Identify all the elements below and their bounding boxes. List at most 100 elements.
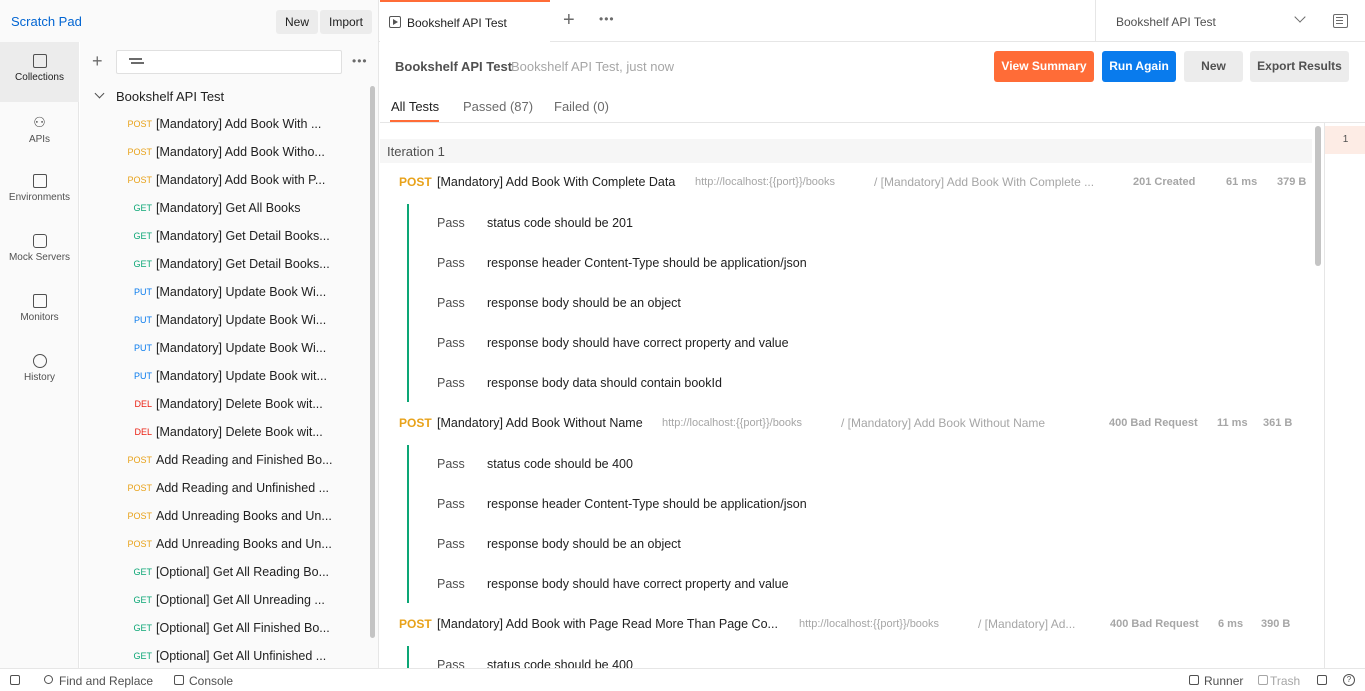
results-scrollbar[interactable] xyxy=(1315,126,1321,266)
request-method-badge: PUT xyxy=(134,287,152,297)
iteration-marker[interactable]: 1 xyxy=(1325,126,1365,154)
runner-icon xyxy=(1189,675,1199,685)
request-method-badge: PUT xyxy=(134,343,152,353)
request-name: [Mandatory] Get All Books xyxy=(156,201,301,215)
run-again-button[interactable]: Run Again xyxy=(1102,51,1176,82)
workspace-name[interactable]: Scratch Pad xyxy=(11,14,82,29)
request-method-badge: POST xyxy=(127,119,152,129)
toggle-sidebar-icon[interactable] xyxy=(10,675,20,685)
add-collection-icon[interactable]: + xyxy=(92,51,103,71)
request-name: [Optional] Get All Reading Bo... xyxy=(156,565,330,579)
request-result-row[interactable]: POST [Mandatory] Add Book Without Name h… xyxy=(380,413,1312,435)
request-method-badge: POST xyxy=(127,175,152,185)
sidebar-request-item[interactable]: POST [Mandatory] Add Book With ... xyxy=(80,110,370,138)
two-pane-icon[interactable] xyxy=(1317,675,1327,685)
tab-passed[interactable]: Passed (87) xyxy=(463,99,533,114)
request-name: [Mandatory] Add Book Without Name xyxy=(437,416,643,430)
test-name: response header Content-Type should be a… xyxy=(487,497,807,511)
sidebar-request-item[interactable]: GET [Optional] Get All Unfinished ... xyxy=(80,642,370,668)
tab-bookshelf-api-test[interactable]: Bookshelf API Test xyxy=(380,0,550,42)
request-name: [Mandatory] Get Detail Books... xyxy=(156,229,330,243)
sidebar-scrollbar[interactable] xyxy=(370,86,375,638)
workspace-header: Scratch Pad New Import xyxy=(0,0,379,42)
export-results-button[interactable]: Export Results xyxy=(1250,51,1349,82)
active-tab-indicator xyxy=(390,120,439,122)
sidebar-request-item[interactable]: GET [Mandatory] Get All Books xyxy=(80,194,370,222)
sidebar-request-item[interactable]: GET [Optional] Get All Unreading ... xyxy=(80,586,370,614)
sidebar-request-item[interactable]: POST Add Reading and Finished Bo... xyxy=(80,446,370,474)
sidebar-request-item[interactable]: DEL [Mandatory] Delete Book wit... xyxy=(80,390,370,418)
sidebar-request-item[interactable]: POST [Mandatory] Add Book Witho... xyxy=(80,138,370,166)
test-result: Pass xyxy=(437,296,465,310)
rail-label: APIs xyxy=(28,134,51,145)
runner-button[interactable]: Runner xyxy=(1204,674,1243,688)
collection-row[interactable]: Bookshelf API Test xyxy=(80,86,370,106)
new-run-button[interactable]: New xyxy=(1184,51,1243,82)
trash-icon xyxy=(1258,675,1268,685)
request-name: [Mandatory] Update Book Wi... xyxy=(156,341,327,355)
response-status: 201 Created xyxy=(1133,176,1196,188)
sidebar-request-item[interactable]: GET [Mandatory] Get Detail Books... xyxy=(80,222,370,250)
find-replace-button[interactable]: Find and Replace xyxy=(59,674,153,688)
console-button[interactable]: Console xyxy=(189,674,233,688)
new-button[interactable]: New xyxy=(276,10,319,34)
sidebar-request-item[interactable]: DEL [Mandatory] Delete Book wit... xyxy=(80,418,370,446)
test-name: response body data should contain bookId xyxy=(487,376,722,390)
trash-button[interactable]: Trash xyxy=(1270,674,1300,688)
rail-label: Monitors xyxy=(20,312,59,323)
request-name: [Mandatory] Add Book Witho... xyxy=(156,145,325,159)
test-result: Pass xyxy=(437,376,465,390)
request-method-badge: POST xyxy=(127,483,152,493)
rail-item-collections[interactable]: Collections xyxy=(0,42,79,102)
filter-input[interactable] xyxy=(116,50,342,74)
chevron-down-icon[interactable] xyxy=(94,88,105,99)
test-name: status code should be 201 xyxy=(487,216,633,230)
monitors-icon xyxy=(32,294,47,308)
environment-quicklook-icon[interactable] xyxy=(1333,14,1348,28)
response-time: 6 ms xyxy=(1218,618,1244,630)
view-summary-button[interactable]: View Summary xyxy=(994,51,1094,82)
import-button[interactable]: Import xyxy=(320,10,373,34)
rail-item-mock-servers[interactable]: Mock Servers xyxy=(0,222,79,282)
sidebar-request-item[interactable]: GET [Optional] Get All Reading Bo... xyxy=(80,558,370,586)
help-icon[interactable]: ? xyxy=(1343,674,1355,686)
request-method-badge: PUT xyxy=(134,315,152,325)
tab-failed[interactable]: Failed (0) xyxy=(554,99,609,114)
collection-name: Bookshelf API Test xyxy=(116,89,225,104)
sidebar-request-item[interactable]: POST Add Unreading Books and Un... xyxy=(80,502,370,530)
test-name: status code should be 400 xyxy=(487,457,633,471)
sidebar-request-item[interactable]: POST [Mandatory] Add Book with P... xyxy=(80,166,370,194)
rail-item-environments[interactable]: Environments xyxy=(0,162,79,222)
rail-item-apis[interactable]: ⚇ APIs xyxy=(0,102,79,162)
test-result: Pass xyxy=(437,216,465,230)
sidebar-request-item[interactable]: PUT [Mandatory] Update Book Wi... xyxy=(80,334,370,362)
rail-item-monitors[interactable]: Monitors xyxy=(0,282,79,342)
rail-item-history[interactable]: History xyxy=(0,342,79,402)
request-method-badge: GET xyxy=(133,567,152,577)
environment-selector[interactable]: Bookshelf API Test xyxy=(1095,0,1325,42)
console-icon xyxy=(174,675,184,685)
request-method-badge: POST xyxy=(127,455,152,465)
request-result-row[interactable]: POST [Mandatory] Add Book With Complete … xyxy=(380,172,1312,194)
tab-all-tests[interactable]: All Tests xyxy=(391,99,439,114)
sidebar-request-item[interactable]: PUT [Mandatory] Update Book wit... xyxy=(80,362,370,390)
sidebar-more-icon[interactable]: ••• xyxy=(352,54,368,68)
sidebar-request-item[interactable]: POST Add Unreading Books and Un... xyxy=(80,530,370,558)
plus-icon[interactable]: + xyxy=(563,10,575,30)
response-time: 11 ms xyxy=(1217,417,1248,429)
request-method: POST xyxy=(399,416,432,430)
sidebar-request-item[interactable]: POST Add Reading and Unfinished ... xyxy=(80,474,370,502)
request-method: POST xyxy=(399,617,432,631)
sidebar-request-item[interactable]: PUT [Mandatory] Update Book Wi... xyxy=(80,306,370,334)
collections-icon xyxy=(32,54,47,68)
request-name: [Mandatory] Add Book With Complete Data xyxy=(437,175,676,189)
sidebar-request-item[interactable]: PUT [Mandatory] Update Book Wi... xyxy=(80,278,370,306)
test-name: response body should be an object xyxy=(487,296,681,310)
sidebar-request-item[interactable]: GET [Mandatory] Get Detail Books... xyxy=(80,250,370,278)
request-name: [Mandatory] Add Book with P... xyxy=(156,173,326,187)
request-result-row[interactable]: POST [Mandatory] Add Book with Page Read… xyxy=(380,614,1312,636)
top-bar: Scratch Pad New Import Bookshelf API Tes… xyxy=(0,0,1365,42)
sidebar-request-item[interactable]: GET [Optional] Get All Finished Bo... xyxy=(80,614,370,642)
ellipsis-icon[interactable]: ••• xyxy=(599,12,615,26)
pass-indicator-bar xyxy=(407,204,409,402)
